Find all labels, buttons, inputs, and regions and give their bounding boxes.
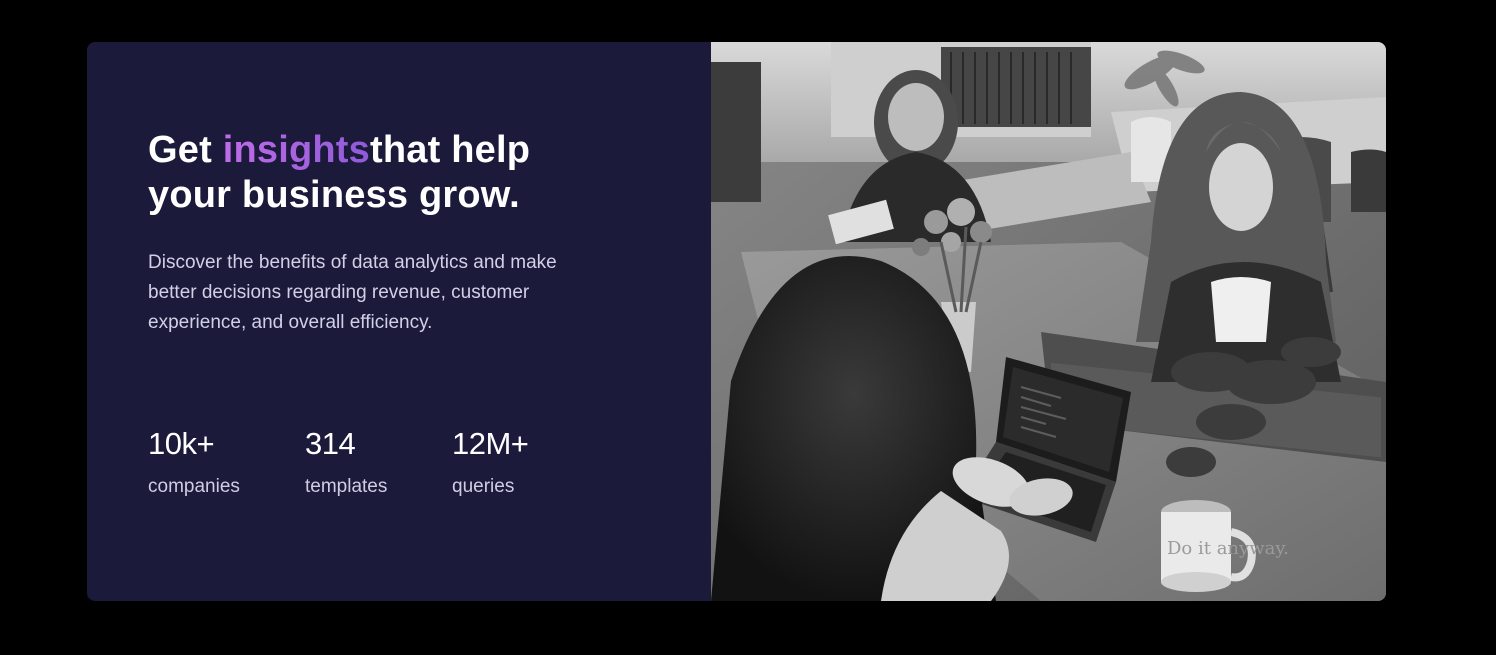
stat-value: 10k+ [148,426,215,461]
photo-illustration: Do it anyway. [711,42,1386,601]
hero-headline: Get insightsthat help your business grow. [148,128,628,218]
stat-label: queries [452,476,515,497]
mug-text: Do it anyway. [1167,538,1289,559]
stat-templates: 314 templates [305,426,387,498]
office-team-photo: Do it anyway. [711,42,1386,601]
stat-label: templates [305,476,388,497]
hero-card: Get insightsthat help your business grow.… [87,42,1386,601]
headline-suffix: that help [370,129,531,171]
headline-prefix: Get [148,129,223,171]
headline-accent-word: insights [222,129,370,171]
stat-value: 314 [305,426,356,461]
stat-companies: 10k+ companies [148,426,240,498]
hero-text-block: Get insightsthat help your business grow.… [148,128,628,338]
hero-description: Discover the benefits of data analytics … [148,252,557,333]
stat-value: 12M+ [452,426,529,461]
headline-line-two: your business grow. [148,174,520,216]
stat-queries: 12M+ queries [452,426,529,498]
stat-label: companies [148,476,240,497]
